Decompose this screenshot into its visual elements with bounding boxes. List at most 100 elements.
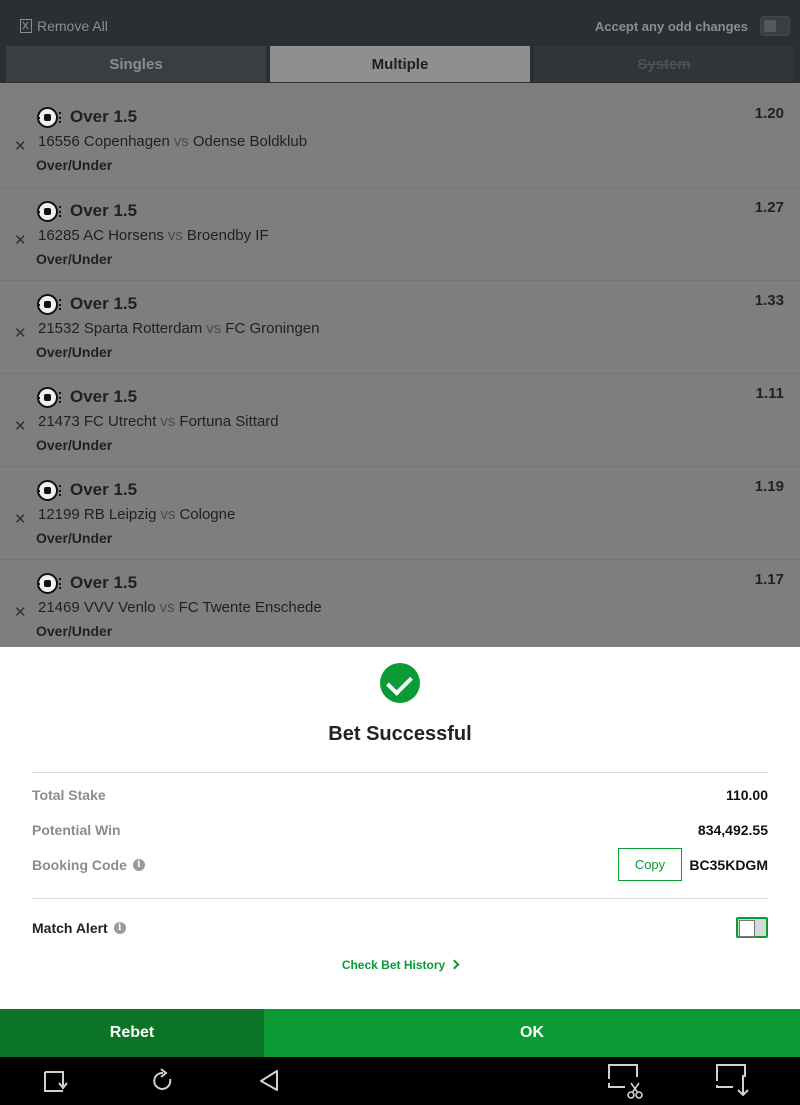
football-icon [37,107,61,128]
market-name: Over 1.5 [70,573,138,592]
modal-footer: Rebet OK [0,1009,800,1057]
check-circle-icon [380,663,420,703]
away-team: Cologne [179,506,236,523]
vs-separator: vs [159,599,175,616]
copy-button[interactable]: Copy [618,848,682,881]
ok-button[interactable]: OK [264,1009,800,1057]
selections-list: Over 1.5 1.20 ✕ 16556 Copenhagen vs Odense Bo… [0,83,800,647]
total-stake-value: 110.00 [725,787,768,803]
selection-row: Over 1.5 1.27 ✕ 16285 AC Horsens vs Broendby … [0,188,800,281]
vs-separator: vs [173,133,189,150]
match-name: 16556 Copenhagen vs Odense Boldklub [38,133,307,150]
remove-all-button[interactable]: Remove All [20,18,108,34]
remove-selection-icon[interactable]: ✕ [14,417,27,435]
rebet-button[interactable]: Rebet [0,1009,264,1057]
vs-separator: vs [167,227,183,244]
football-icon [37,201,61,222]
football-icon [37,573,61,594]
remove-selection-icon[interactable]: ✕ [14,603,27,621]
accept-odds-label: Accept any odd changes [594,19,748,34]
selection-row: Over 1.5 1.17 ✕ 21469 VVV Venlo vs FC Twente … [0,560,800,647]
accept-odds-toggle[interactable] [760,16,790,36]
away-team: FC Twente Enschede [178,599,322,616]
market-name: Over 1.5 [70,201,138,220]
market-name: Over 1.5 [70,387,138,406]
selection-odds: 1.20 [754,105,784,122]
football-icon [37,387,61,408]
selection-odds: 1.11 [755,385,784,402]
selection-odds: 1.33 [754,292,784,309]
bet-type-tabs: Singles Multiple System [0,46,800,83]
vs-separator: vs [160,506,176,523]
event-id: 21473 [38,413,80,430]
selection-odds: 1.17 [754,571,784,588]
selection-odds: 1.19 [754,478,784,495]
divider [32,772,768,773]
screenshot-download-icon[interactable] [709,1057,757,1105]
modal-title: Bet Successful [328,723,472,745]
home-team: Sparta Rotterdam [83,320,203,337]
booking-code-row-label: Booking Code i [32,857,145,873]
chevron-right-icon [449,959,460,970]
match-name: 12199 RB Leipzig vs Cologne [38,506,235,523]
market-type: Over/Under [36,344,113,360]
market-type: Over/Under [36,157,113,173]
match-name: 21473 FC Utrecht vs Fortuna Sittard [38,413,279,430]
selection-odds: 1.27 [754,199,784,216]
remove-all-label: Remove All [37,18,108,34]
event-id: 16285 [38,227,80,244]
football-icon [37,294,61,315]
remove-selection-icon[interactable]: ✕ [14,510,27,528]
bet-success-modal: Bet Successful Total Stake 110.00 Potent… [0,647,800,1009]
tab-multiple[interactable]: Multiple [270,46,530,82]
selection-row: Over 1.5 1.11 ✕ 21473 FC Utrecht vs Fortuna S… [0,374,800,467]
check-bet-history-label: Check Bet History [341,958,446,972]
market-name: Over 1.5 [70,480,138,499]
event-id: 12199 [38,506,80,523]
match-alert-label: Match Alert [32,920,108,936]
tab-system[interactable]: System [534,46,794,82]
match-name: 21469 VVV Venlo vs FC Twente Enschede [38,599,322,616]
market-type: Over/Under [36,437,113,453]
home-team: AC Horsens [83,227,164,244]
potential-win-label: Potential Win [32,822,121,838]
total-stake-label: Total Stake [32,787,106,803]
potential-win-value: 834,492.55 [697,822,768,838]
market-type: Over/Under [36,530,113,546]
home-team: FC Utrecht [83,413,157,430]
event-id: 21469 [38,599,80,616]
booking-code-label: Booking Code [32,857,127,873]
event-id: 16556 [38,133,80,150]
tab-singles[interactable]: Singles [6,46,266,82]
info-icon[interactable]: i [113,922,126,934]
selection-row: Over 1.5 1.20 ✕ 16556 Copenhagen vs Odense Bo… [0,83,800,188]
football-icon [37,480,61,501]
betslip-header: Remove All Accept any odd changes [0,0,800,48]
screenshot-cut-icon[interactable] [601,1057,649,1105]
refresh-icon[interactable] [139,1057,187,1105]
remove-selection-icon[interactable]: ✕ [14,231,27,249]
home-team: Copenhagen [83,133,170,150]
match-alert-toggle[interactable] [736,917,768,938]
market-type: Over/Under [36,251,113,267]
market-type: Over/Under [36,623,113,639]
info-icon[interactable]: i [132,859,145,871]
match-name: 16285 AC Horsens vs Broendby IF [38,227,269,244]
away-team: Broendby IF [186,227,269,244]
market-name: Over 1.5 [70,294,138,313]
divider [32,898,768,899]
overview-icon[interactable] [31,1057,79,1105]
check-bet-history-link[interactable]: Check Bet History [0,958,800,972]
back-icon[interactable] [247,1057,295,1105]
away-team: Odense Boldklub [192,133,308,150]
away-team: Fortuna Sittard [179,413,279,430]
away-team: FC Groningen [225,320,320,337]
home-team: VVV Venlo [83,599,156,616]
remove-selection-icon[interactable]: ✕ [14,137,27,155]
remove-selection-icon[interactable]: ✕ [14,324,27,342]
selection-row: Over 1.5 1.33 ✕ 21532 Sparta Rotterdam vs FC … [0,281,800,374]
vs-separator: vs [160,413,176,430]
vs-separator: vs [206,320,222,337]
system-nav-bar [0,1057,800,1105]
selection-row: Over 1.5 1.19 ✕ 12199 RB Leipzig vs Cologne Ov… [0,467,800,560]
